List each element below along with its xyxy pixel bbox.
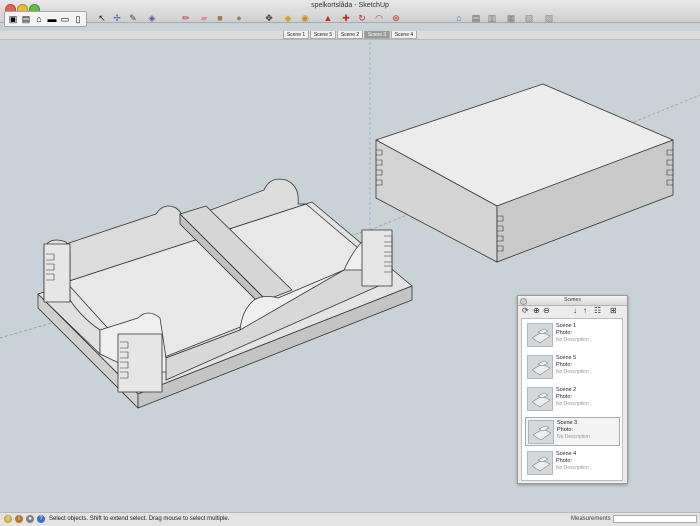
scene-row[interactable]: Scene 2 Photo: No Description <box>525 385 620 414</box>
tab-scene[interactable]: Scene 1 <box>283 31 309 39</box>
status-message: Select objects. Shift to extend select. … <box>49 516 230 522</box>
panel-close-button[interactable] <box>520 298 527 305</box>
tab-scene[interactable]: Scene 4 <box>391 31 417 39</box>
view-options-icon[interactable]: ☷ <box>594 306 601 315</box>
paint-bucket-icon[interactable]: ◆ <box>282 12 294 24</box>
scene-list: Scene 1 Photo: No Description Scene 5 Photo:… <box>521 318 623 481</box>
scene-name: Scene 1 <box>556 323 577 329</box>
lock-icon[interactable]: ⊞ <box>610 306 617 315</box>
share-model-icon[interactable]: ▥ <box>486 12 498 24</box>
print-icon[interactable]: ▭ <box>59 13 71 25</box>
lid-box[interactable] <box>375 83 674 263</box>
rectangle-icon[interactable]: ■ <box>214 12 226 24</box>
home-icon[interactable]: ⌂ <box>33 13 45 25</box>
extension-warehouse-icon[interactable]: ▧ <box>523 12 535 24</box>
scene-name: Scene 4 <box>556 451 577 457</box>
rotate-icon[interactable]: ↻ <box>356 12 368 24</box>
scene-name: Scene 5 <box>556 355 577 361</box>
add-scene-icon[interactable]: ⊕ <box>533 306 540 315</box>
scene-name: Scene 2 <box>556 387 577 393</box>
scene-description: No Description <box>556 401 589 407</box>
scene-description: No Description <box>556 337 589 343</box>
scene-name: Scene 3 <box>557 420 578 426</box>
help-icon[interactable]: ? <box>37 515 45 523</box>
layout-icon[interactable]: ▨ <box>543 12 555 24</box>
share-component-icon[interactable]: ▦ <box>505 12 517 24</box>
model-viewport[interactable]: Scenes ⟳ ⊕ ⊖ ↓ ↑ ☷ ⊞ Scene 1 Photo: No Des… <box>0 40 700 512</box>
measurements-input[interactable] <box>613 515 697 523</box>
scene-description: No Description <box>556 369 589 375</box>
user-icon[interactable]: ● <box>26 515 34 523</box>
scene-thumbnail <box>527 451 553 475</box>
scene-photo-label: Photo: <box>556 330 572 336</box>
scene-thumbnail <box>527 355 553 379</box>
scene-row[interactable]: Scene 5 Photo: No Description <box>525 353 620 382</box>
scale-icon[interactable]: ⊛ <box>390 12 402 24</box>
tab-scene[interactable]: Scene 3 <box>364 31 390 39</box>
scene-thumbnail <box>527 323 553 347</box>
scene-row[interactable]: Scene 4 Photo: No Description <box>525 449 620 478</box>
scene-tab-bar: Scene 1 Scene 5 Scene 2 Scene 3 Scene 4 <box>0 31 700 40</box>
tab-scene[interactable]: Scene 5 <box>310 31 336 39</box>
scene-photo-label: Photo: <box>557 427 573 433</box>
scene-thumbnail <box>528 420 554 444</box>
getting-started-toolbar-group: ▣ ▤ ⌂ ▬ ▭ ▯ <box>4 11 87 27</box>
scene-row[interactable]: Scene 1 Photo: No Description <box>525 321 620 350</box>
follow-me-icon[interactable]: ✚ <box>340 12 352 24</box>
model-info-icon[interactable]: ▯ <box>72 13 84 25</box>
update-scene-icon[interactable]: ⟳ <box>522 306 529 315</box>
remove-scene-icon[interactable]: ⊖ <box>543 306 550 315</box>
tab-scene[interactable]: Scene 2 <box>337 31 363 39</box>
component-window-icon[interactable]: ▤ <box>470 12 482 24</box>
window-title: spelkortslåda - SketchUp <box>311 2 389 9</box>
circle-icon[interactable]: ● <box>233 12 245 24</box>
scene-thumbnail <box>527 387 553 411</box>
geo-location-icon[interactable]: ◎ <box>4 515 12 523</box>
warehouse-icon[interactable]: ⌂ <box>453 12 465 24</box>
measurements-label: Measurements <box>571 516 611 522</box>
select-icon[interactable]: ↖ <box>96 12 108 24</box>
credits-icon[interactable]: i <box>15 515 23 523</box>
scene-description: No Description <box>557 434 590 440</box>
scenes-toolbar: ⟳ ⊕ ⊖ ↓ ↑ ☷ ⊞ <box>518 305 627 317</box>
eraser-icon[interactable]: ▰ <box>198 12 210 24</box>
push-pull-icon[interactable]: ▲ <box>322 12 334 24</box>
scene-photo-label: Photo: <box>556 394 572 400</box>
orbit-icon[interactable]: ✢ <box>111 12 123 24</box>
pencil-icon[interactable]: ✏ <box>180 12 192 24</box>
title-bar: spelkortslåda - SketchUp ▣ ▤ ⌂ ▬ ▭ ▯ ↖ ✢ ✎… <box>0 0 700 27</box>
offset-icon[interactable]: ◠ <box>373 12 385 24</box>
main-toolbar: ▣ ▤ ⌂ ▬ ▭ ▯ ↖ ✢ ✎ ◈ ✏ ▰ ■ ● ✥ ◆ ◉ ▲ ✚ ↻ ◠ ⊛ ⌂ ▤ ▥ ▦ ▧ ▨ <box>0 11 700 31</box>
scene-photo-label: Photo: <box>556 458 572 464</box>
save-icon[interactable]: ▬ <box>46 13 58 25</box>
scene-description: No Description <box>556 465 589 471</box>
component-icon[interactable]: ◈ <box>146 12 158 24</box>
scene-row[interactable]: Scene 3 Photo: No Description <box>525 417 620 446</box>
move-icon[interactable]: ✥ <box>263 12 275 24</box>
status-bar: ◎ i ● ? Select objects. Shift to extend … <box>0 512 700 526</box>
tape-measure-icon[interactable]: ◉ <box>299 12 311 24</box>
lasso-icon[interactable]: ✎ <box>127 12 139 24</box>
new-file-icon[interactable]: ▣ <box>7 13 19 25</box>
move-scene-up-icon[interactable]: ↑ <box>583 306 587 315</box>
scene-photo-label: Photo: <box>556 362 572 368</box>
scenes-panel: Scenes ⟳ ⊕ ⊖ ↓ ↑ ☷ ⊞ Scene 1 Photo: No Des… <box>517 295 628 484</box>
card-tray[interactable] <box>37 178 413 409</box>
move-scene-down-icon[interactable]: ↓ <box>573 306 577 315</box>
open-file-icon[interactable]: ▤ <box>20 13 32 25</box>
